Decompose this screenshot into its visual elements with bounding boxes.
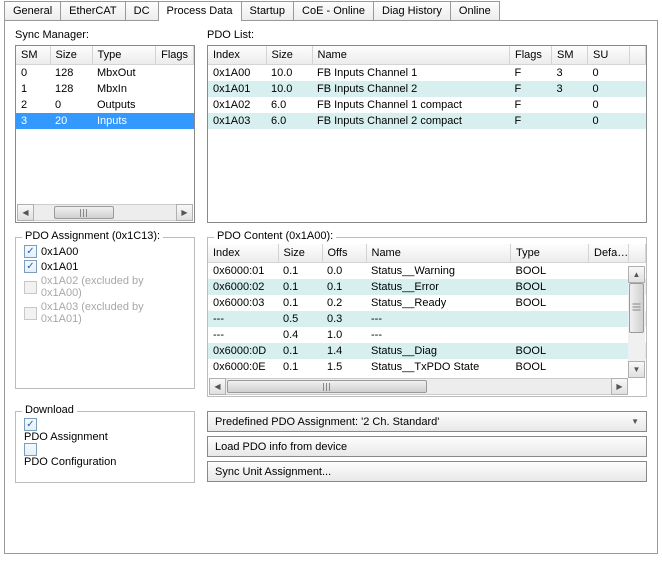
download-label: Download: [22, 404, 77, 416]
vscrollbar[interactable]: ▲ ▼: [628, 266, 645, 378]
asg-item[interactable]: ✓0x1A01: [24, 259, 186, 274]
pdo-row[interactable]: 0x1A0010.0FB Inputs Channel 1F30: [208, 65, 646, 82]
col-flags[interactable]: Flags: [156, 46, 194, 65]
dl-item[interactable]: ✓PDO Configuration: [24, 443, 186, 468]
col-name[interactable]: Name: [312, 46, 510, 65]
tab-online[interactable]: Online: [450, 1, 500, 21]
scroll-thumb[interactable]: [629, 283, 644, 333]
load-pdo-button[interactable]: Load PDO info from device: [207, 436, 647, 457]
asg-item[interactable]: ✓0x1A00: [24, 244, 186, 259]
sync-manager-label: Sync Manager:: [15, 29, 195, 41]
content-row[interactable]: 0x6000:0D0.11.4Status__DiagBOOL: [208, 343, 646, 359]
col-default[interactable]: Defa…: [589, 244, 629, 263]
pdo-assignment-box: PDO Assignment (0x1C13): ✓0x1A00 ✓0x1A01…: [15, 237, 195, 389]
tab-startup[interactable]: Startup: [241, 1, 294, 21]
sm-row[interactable]: 320Inputs: [16, 113, 194, 129]
checkbox-icon: ✓: [24, 307, 37, 320]
col-size[interactable]: Size: [278, 244, 322, 263]
tab-bar: General EtherCAT DC Process Data Startup…: [0, 0, 662, 20]
pdo-row[interactable]: 0x1A026.0FB Inputs Channel 1 compactF0: [208, 97, 646, 113]
pdo-list-label: PDO List:: [207, 29, 647, 41]
asg-item: ✓0x1A02 (excluded by 0x1A00): [24, 274, 186, 300]
col-flags[interactable]: Flags: [510, 46, 552, 65]
content-row[interactable]: 0x6000:020.10.1Status__ErrorBOOL: [208, 279, 646, 295]
dl-item[interactable]: ✓PDO Assignment: [24, 418, 186, 443]
pdo-list-table[interactable]: Index Size Name Flags SM SU 0x1A0010.0FB…: [207, 45, 647, 223]
col-su[interactable]: SU: [588, 46, 630, 65]
content-row[interactable]: 0x6000:030.10.2Status__ReadyBOOL: [208, 295, 646, 311]
checkbox-icon: ✓: [24, 281, 37, 294]
content-row[interactable]: 0x6000:010.10.0Status__WarningBOOL: [208, 263, 646, 280]
checkbox-icon[interactable]: ✓: [24, 260, 37, 273]
asg-item: ✓0x1A03 (excluded by 0x1A01): [24, 300, 186, 326]
pdo-content-label: PDO Content (0x1A00):: [214, 230, 336, 242]
content-row[interactable]: ---0.50.3---: [208, 311, 646, 327]
scroll-down-icon[interactable]: ▼: [628, 361, 645, 378]
tab-diag-history[interactable]: Diag History: [373, 1, 451, 21]
scroll-left-icon[interactable]: ◀: [209, 378, 226, 395]
hscrollbar[interactable]: ◀ ▶: [17, 204, 193, 221]
sm-row[interactable]: 20Outputs: [16, 97, 194, 113]
scroll-thumb[interactable]: [54, 206, 114, 219]
sm-row[interactable]: 1128MbxIn: [16, 81, 194, 97]
sync-manager-table[interactable]: SM Size Type Flags 0128MbxOut 1128MbxIn …: [15, 45, 195, 223]
col-name[interactable]: Name: [366, 244, 511, 263]
tab-ethercat[interactable]: EtherCAT: [60, 1, 125, 21]
col-size[interactable]: Size: [50, 46, 92, 65]
pdo-assignment-label: PDO Assignment (0x1C13):: [22, 230, 163, 242]
sm-row[interactable]: 0128MbxOut: [16, 65, 194, 82]
tab-coe-online[interactable]: CoE - Online: [293, 1, 374, 21]
content-row[interactable]: 0x6000:0E0.11.5Status__TxPDO StateBOOL: [208, 359, 646, 375]
col-type[interactable]: Type: [92, 46, 156, 65]
scroll-right-icon[interactable]: ▶: [176, 204, 193, 221]
predefined-pdo-dropdown[interactable]: Predefined PDO Assignment: '2 Ch. Standa…: [207, 411, 647, 432]
tab-general[interactable]: General: [4, 1, 61, 21]
scroll-thumb[interactable]: [227, 380, 427, 393]
scroll-right-icon[interactable]: ▶: [611, 378, 628, 395]
col-index[interactable]: Index: [208, 46, 266, 65]
col-offs[interactable]: Offs: [322, 244, 366, 263]
sync-unit-button[interactable]: Sync Unit Assignment...: [207, 461, 647, 482]
pdo-content-box: PDO Content (0x1A00): Index Size Offs Na…: [207, 237, 647, 397]
col-index[interactable]: Index: [208, 244, 278, 263]
tab-panel: Sync Manager: SM Size Type Flags 0128Mbx…: [4, 20, 658, 554]
chevron-down-icon: ▼: [631, 417, 639, 426]
checkbox-icon[interactable]: ✓: [24, 418, 37, 431]
scroll-up-icon[interactable]: ▲: [628, 266, 645, 283]
scroll-left-icon[interactable]: ◀: [17, 204, 34, 221]
pdo-row[interactable]: 0x1A0110.0FB Inputs Channel 2F30: [208, 81, 646, 97]
pdo-row[interactable]: 0x1A036.0FB Inputs Channel 2 compactF0: [208, 113, 646, 129]
pdo-content-table[interactable]: Index Size Offs Name Type Defa… 0x6000:0…: [208, 244, 646, 396]
hscrollbar[interactable]: ◀ ▶: [209, 378, 628, 395]
tab-process-data[interactable]: Process Data: [158, 1, 242, 21]
checkbox-icon[interactable]: ✓: [24, 443, 37, 456]
checkbox-icon[interactable]: ✓: [24, 245, 37, 258]
col-size[interactable]: Size: [266, 46, 312, 65]
content-row[interactable]: ---0.41.0---: [208, 327, 646, 343]
col-type[interactable]: Type: [511, 244, 589, 263]
col-sm[interactable]: SM: [552, 46, 588, 65]
download-box: Download ✓PDO Assignment ✓PDO Configurat…: [15, 411, 195, 483]
tab-dc[interactable]: DC: [125, 1, 159, 21]
col-sm[interactable]: SM: [16, 46, 50, 65]
